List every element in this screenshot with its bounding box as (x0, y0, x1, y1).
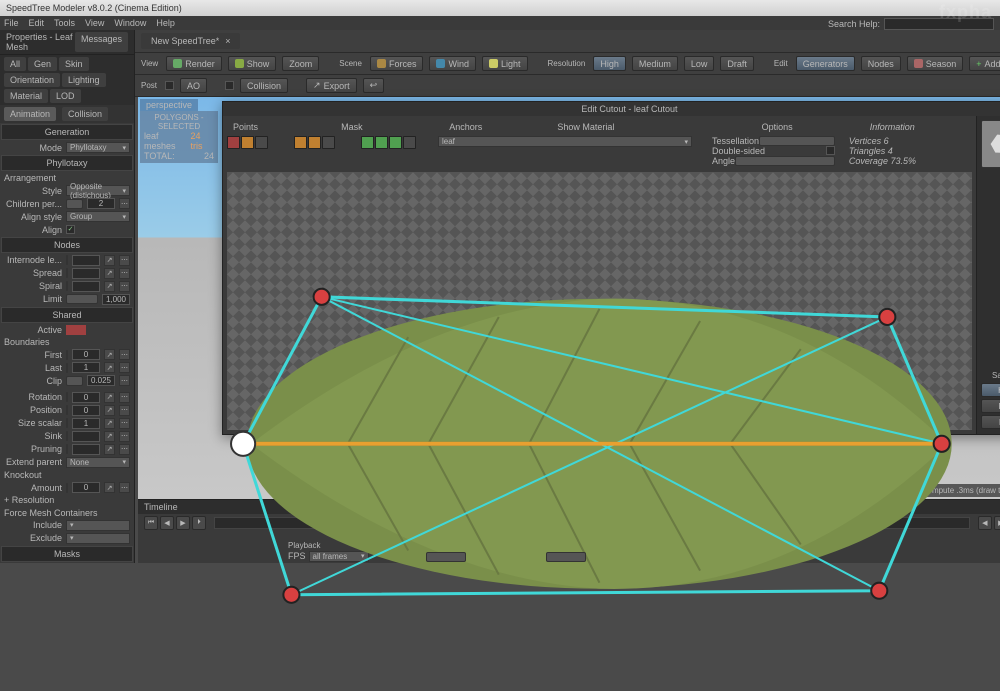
add-button[interactable]: +Add (969, 56, 1000, 71)
light-button[interactable]: Light (482, 56, 528, 71)
render-button[interactable]: Render (166, 56, 222, 71)
res-high[interactable]: High (593, 56, 626, 71)
document-tab[interactable]: New SpeedTree*× (141, 33, 240, 49)
tess-slider[interactable] (759, 136, 835, 146)
search-help-input[interactable] (884, 18, 994, 30)
anchor-btn2[interactable] (375, 136, 388, 149)
spread-slider[interactable] (66, 268, 68, 278)
res-low[interactable]: Low (684, 56, 715, 71)
mode-combo[interactable]: Phyllotaxy (66, 142, 130, 153)
material-combo[interactable]: leaf (438, 136, 692, 147)
masks-header[interactable]: Masks (1, 546, 133, 562)
saveto-high[interactable]: High (981, 383, 1000, 397)
limit-spinner[interactable]: 1,000 (102, 294, 130, 305)
mask-btn1[interactable] (294, 136, 307, 149)
wind-button[interactable]: Wind (429, 56, 476, 71)
menu-window[interactable]: Window (114, 18, 146, 28)
style-combo[interactable]: Opposite (distichous) (66, 185, 130, 196)
timeline-back[interactable]: ◀ (978, 516, 992, 530)
saveto-low[interactable]: Low (981, 415, 1000, 429)
tab-lod[interactable]: LOD (50, 89, 81, 103)
children-spinner[interactable]: 2 (87, 198, 115, 209)
subtab-collision[interactable]: Collision (62, 107, 108, 121)
tab-orientation[interactable]: Orientation (4, 73, 60, 87)
title-bar: SpeedTree Modeler v8.0.2 (Cinema Edition… (0, 0, 1000, 16)
shared-header[interactable]: Shared (1, 307, 133, 323)
internode-slider[interactable] (66, 255, 68, 265)
alignstyle-combo[interactable]: Group (66, 211, 130, 222)
cutout-title: Edit Cutout - leaf Cutout (223, 102, 1000, 116)
menu-view[interactable]: View (85, 18, 104, 28)
tab-material[interactable]: Material (4, 89, 48, 103)
anchor-btn4[interactable] (403, 136, 416, 149)
saveto-med[interactable]: Med (981, 399, 1000, 413)
zoom-button[interactable]: Zoom (282, 56, 319, 71)
anchor-btn1[interactable] (361, 136, 374, 149)
phyllotaxy-header[interactable]: Phyllotaxy (1, 155, 133, 171)
edit-cutout-panel: Edit Cutout - leaf Cutout Points Mask An… (222, 101, 1000, 435)
doublesided-check[interactable] (826, 146, 835, 155)
properties-title: Properties - Leaf Mesh (6, 32, 75, 52)
left-panel: Properties - Leaf MeshMessages All Gen S… (0, 30, 135, 563)
menu-tools[interactable]: Tools (54, 18, 75, 28)
viewport[interactable]: perspective POLYGONS - SELECTED leaf mes… (138, 97, 1000, 499)
timeline-first[interactable]: ⏮ (144, 516, 158, 530)
cutout-thumb[interactable] (981, 120, 1000, 168)
tab-skin[interactable]: Skin (59, 57, 89, 71)
extendparent-combo[interactable]: None (66, 457, 130, 468)
center-area: New SpeedTree*× View Render Show Zoom Sc… (135, 30, 1000, 563)
timeline-prev[interactable]: ◀ (160, 516, 174, 530)
exclude-combo[interactable] (66, 533, 130, 544)
edit-nodes[interactable]: Nodes (861, 56, 901, 71)
collision-button[interactable]: Collision (240, 78, 288, 93)
point-btn2[interactable] (241, 136, 254, 149)
res-draft[interactable]: Draft (720, 56, 754, 71)
tab-lighting[interactable]: Lighting (62, 73, 106, 87)
edit-generators[interactable]: Generators (796, 56, 855, 71)
align-checkbox[interactable] (66, 225, 75, 234)
close-icon[interactable]: × (225, 36, 230, 46)
export-button[interactable]: ↗Export (306, 78, 357, 93)
ao-checkbox[interactable] (165, 81, 174, 90)
collision-checkbox[interactable] (225, 81, 234, 90)
timeline-play[interactable]: ▶ (176, 516, 190, 530)
back-button[interactable]: ↩ (363, 78, 385, 93)
nodes-header[interactable]: Nodes (1, 237, 133, 253)
show-button[interactable]: Show (228, 56, 277, 71)
include-combo[interactable] (66, 520, 130, 531)
menu-help[interactable]: Help (156, 18, 175, 28)
point-btn1[interactable] (227, 136, 240, 149)
props-tabs: All Gen Skin Orientation Lighting Materi… (0, 55, 134, 105)
wind-strength-slider[interactable] (426, 552, 466, 562)
tab-gen[interactable]: Gen (28, 57, 57, 71)
point-btn3[interactable] (255, 136, 268, 149)
mask-btn3[interactable] (322, 136, 335, 149)
search-help: Search Help: (828, 18, 994, 30)
angle-slider[interactable] (735, 156, 835, 166)
menu-file[interactable]: File (4, 18, 19, 28)
cutout-viewport[interactable] (227, 172, 972, 430)
ao-button[interactable]: AO (180, 78, 207, 93)
timeline-next[interactable]: ⏵ (192, 516, 206, 530)
children-slider[interactable] (66, 199, 83, 209)
season-button[interactable]: Season (907, 56, 964, 71)
res-medium[interactable]: Medium (632, 56, 678, 71)
save-to: Save To High Med Low (981, 369, 1000, 430)
export-icon: ↗ (313, 80, 321, 91)
timeline-fwd[interactable]: ▶ (994, 516, 1000, 530)
tab-all[interactable]: All (4, 57, 26, 71)
messages-tab[interactable]: Messages (75, 32, 128, 52)
subtab-animation[interactable]: Animation (4, 107, 56, 121)
forces-button[interactable]: Forces (370, 56, 424, 71)
active-color[interactable] (66, 325, 86, 335)
anchor-btn3[interactable] (389, 136, 402, 149)
spiral-slider[interactable] (66, 281, 68, 291)
generation-header[interactable]: Generation (1, 124, 133, 140)
mask-btn2[interactable] (308, 136, 321, 149)
menu-edit[interactable]: Edit (29, 18, 45, 28)
